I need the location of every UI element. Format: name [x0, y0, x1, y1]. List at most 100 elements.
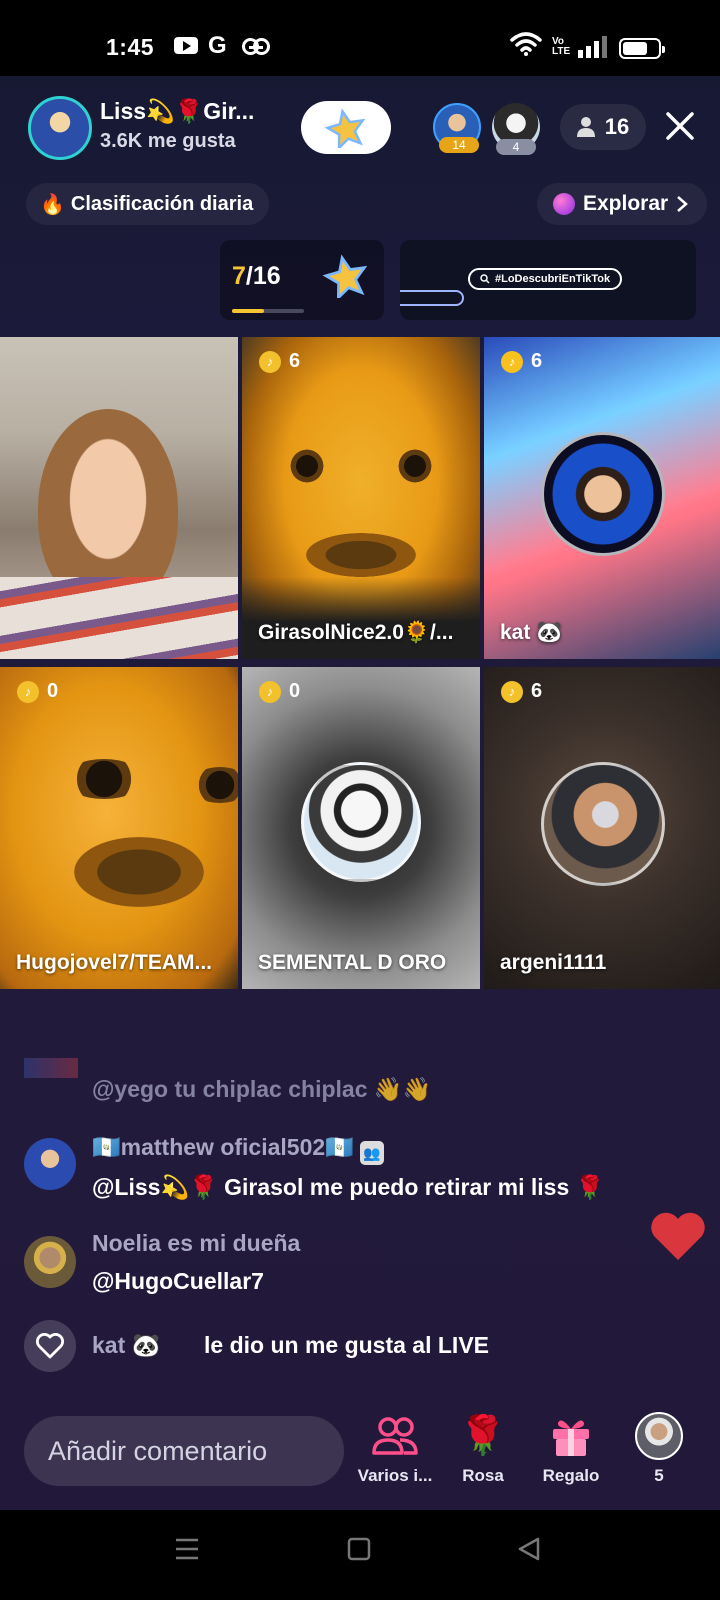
task-count: 7/16	[232, 262, 281, 291]
coin-icon	[259, 680, 281, 703]
guest-tile[interactable]: 6 GirasolNice2.0🌻/...	[242, 337, 480, 659]
search-icon	[480, 274, 490, 284]
comment-input[interactable]: Añadir comentario	[24, 1416, 344, 1486]
guest-name: argeni1111	[500, 951, 607, 974]
guest-name: kat 🐼	[500, 621, 563, 644]
task-progress-bar	[232, 309, 304, 313]
video-graphic	[74, 837, 204, 907]
coin-icon	[17, 680, 39, 703]
explore-planet-icon	[553, 193, 575, 215]
banner-search-graphic	[400, 290, 464, 306]
coin-icon	[259, 350, 281, 373]
wifi-icon	[510, 32, 542, 56]
voicemail-icon	[242, 38, 270, 55]
guest-coin-count: 0	[289, 680, 301, 702]
chat-like-event[interactable]: kat 🐼 le dio un me gusta al LIVE	[24, 1320, 684, 1376]
guests-icon	[372, 1417, 418, 1455]
top-viewer-avatar[interactable]: 14	[433, 103, 481, 153]
explore-label: Explorar	[583, 192, 669, 215]
home-icon[interactable]	[347, 1536, 371, 1562]
gift-icon	[553, 1420, 589, 1456]
chat-username-text: 🇬🇹matthew oficial502🇬🇹	[92, 1134, 354, 1160]
chat-avatar[interactable]	[24, 1058, 78, 1078]
chat-message-text: @yego tu chiplac chiplac 👋👋	[92, 1076, 432, 1102]
follow-star-button[interactable]	[301, 101, 391, 154]
top-viewer-avatar[interactable]: 4	[492, 103, 540, 155]
volte-label: Vo LTE	[552, 36, 571, 57]
chat-username: 🇬🇹matthew oficial502🇬🇹 👥	[92, 1134, 384, 1165]
guest-avatar	[541, 762, 665, 886]
chat-avatar[interactable]	[24, 1138, 76, 1190]
video-graphic	[286, 449, 328, 483]
status-bar: 1:45 G Vo LTE	[0, 0, 720, 76]
coin-icon	[501, 350, 523, 373]
promo-banner[interactable]: #LoDescubriEnTikTok	[400, 240, 696, 320]
guest-coin-count: 6	[289, 350, 301, 372]
explore-button[interactable]: Explorar	[537, 183, 707, 225]
guest-tile[interactable]: 0 SEMENTAL D ORO	[242, 667, 480, 989]
chat-message[interactable]: @yego tu chiplac chiplac 👋👋	[24, 1058, 684, 1104]
viewer-profile-button[interactable]: 5	[616, 1412, 702, 1486]
guest-avatar	[541, 432, 665, 556]
chat-message[interactable]: Noelia es mi dueña @HugoCuellar7	[24, 1230, 684, 1310]
status-time: 1:45	[106, 34, 155, 60]
multi-guest-button[interactable]: Varios i...	[352, 1412, 438, 1486]
guest-name: Hugojovel7/TEAM...	[16, 951, 213, 974]
heart-outline-icon	[36, 1333, 64, 1359]
guest-coins: 6	[501, 680, 542, 703]
guest-avatar	[301, 762, 421, 882]
menu-icon[interactable]	[174, 1536, 200, 1562]
guest-tile[interactable]: 6 argeni1111	[484, 667, 720, 989]
guest-tile[interactable]: 6 kat 🐼	[484, 337, 720, 659]
task-progress-fill	[232, 309, 264, 313]
gift-button[interactable]: Regalo	[528, 1412, 614, 1486]
chat-username: Noelia es mi dueña	[92, 1230, 301, 1256]
guest-tile[interactable]: 0 Hugojovel7/TEAM...	[0, 667, 238, 989]
video-graphic	[306, 533, 416, 577]
host-name: Liss💫🌹Gir...	[100, 98, 255, 124]
video-graphic	[394, 449, 436, 483]
hashtag-label: #LoDescubriEnTikTok	[495, 273, 611, 285]
chat-message-text: @Liss💫🌹 Girasol me puedo retirar mi liss…	[92, 1174, 605, 1200]
guest-name: SEMENTAL D ORO	[258, 951, 447, 974]
task-progress-widget[interactable]: 7/16	[220, 240, 384, 320]
chevron-right-icon	[677, 196, 689, 212]
guest-coin-count: 6	[531, 350, 543, 372]
host-avatar[interactable]	[28, 96, 92, 160]
host-video-tile[interactable]	[0, 337, 238, 659]
rose-gift-button[interactable]: 🌹 Rosa	[440, 1412, 526, 1486]
coin-icon	[501, 680, 523, 703]
video-graphic	[64, 759, 144, 799]
heart-icon	[651, 1212, 705, 1260]
host-info[interactable]: Liss💫🌹Gir... 3.6K me gusta	[28, 96, 290, 166]
viewer-rank-badge: 14	[439, 137, 479, 153]
guest-coins: 6	[501, 350, 542, 373]
viewer-count-button[interactable]: 16	[560, 104, 646, 150]
viewer-count-label: 16	[604, 114, 630, 139]
rose-icon: 🌹	[459, 1415, 507, 1457]
action-label: Varios i...	[357, 1466, 433, 1485]
like-event-badge	[24, 1320, 76, 1372]
signal-icon	[578, 36, 607, 58]
daily-ranking-button[interactable]: 🔥 Clasificación diaria	[26, 183, 270, 225]
multi-guest-grid: 6 GirasolNice2.0🌻/... 6 kat 🐼 0 Hugojove…	[0, 337, 720, 989]
chat-username: kat 🐼	[92, 1332, 161, 1358]
viewer-rank-badge: 4	[496, 139, 536, 155]
ranking-flame-icon: 🔥	[40, 193, 65, 216]
chat-message-text: @HugoCuellar7	[92, 1268, 264, 1294]
back-icon[interactable]	[516, 1536, 542, 1562]
person-icon	[576, 117, 595, 137]
ranking-label: Clasificación diaria	[70, 192, 254, 215]
close-icon[interactable]	[660, 106, 700, 146]
profile-avatar	[635, 1412, 683, 1460]
guest-coin-count: 0	[47, 680, 59, 702]
chat-message[interactable]: 🇬🇹matthew oficial502🇬🇹 👥 @Liss💫🌹 Girasol …	[24, 1134, 684, 1224]
task-current: 7	[232, 262, 246, 290]
chat-avatar[interactable]	[24, 1236, 76, 1288]
guest-coin-count: 6	[531, 680, 543, 702]
video-graphic	[242, 577, 480, 659]
guest-coins: 6	[259, 350, 300, 373]
guest-coins: 0	[17, 680, 58, 703]
star-icon	[322, 254, 368, 298]
action-label: 5	[654, 1466, 664, 1485]
